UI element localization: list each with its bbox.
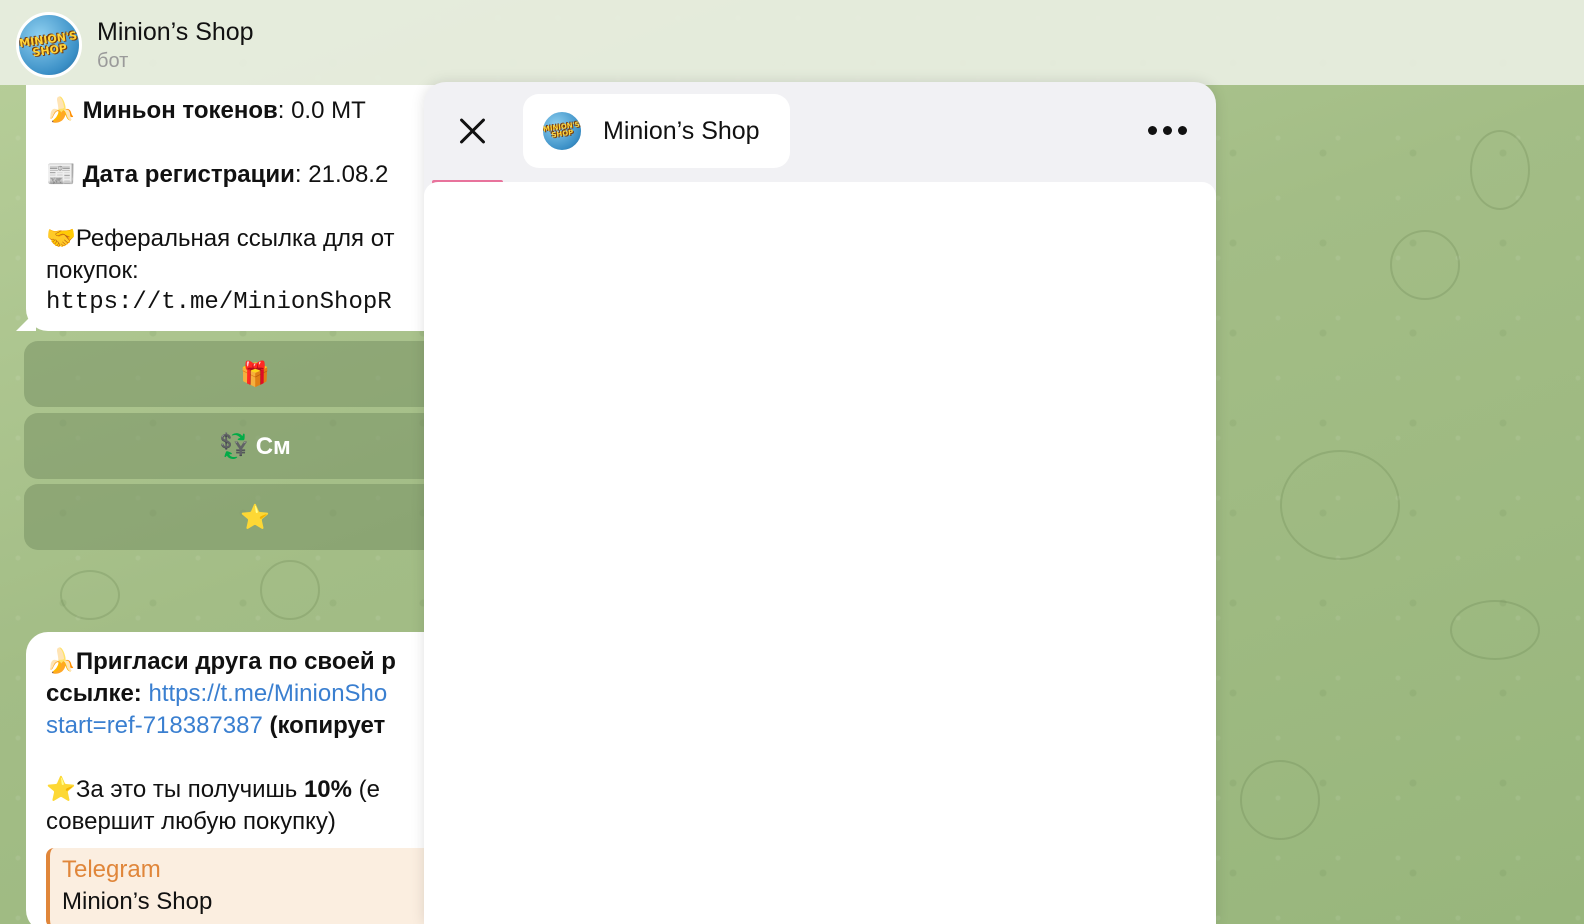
mini-app-avatar: MINION'S SHOP	[541, 110, 583, 152]
preview-title: Minion’s Shop	[62, 888, 213, 915]
chat-header[interactable]: MINION'S SHOP Minion’s Shop бот	[0, 0, 1584, 85]
more-dots-icon[interactable]	[1144, 120, 1190, 140]
avatar-logo: MINION'S SHOP	[18, 29, 78, 60]
referral-text: Реферальная ссылка для от	[75, 225, 395, 252]
reward-text-2: совершит любую покупку)	[46, 808, 336, 835]
tokens-value: : 0.0 MT	[277, 97, 366, 124]
message-bubble-profile: 🍌 Миньон токенов: 0.0 MT 📰 Дата регистра…	[16, 85, 486, 331]
bot-avatar[interactable]: MINION'S SHOP	[16, 12, 82, 78]
reward-line: ⭐За это ты получишь 10% (е	[46, 774, 486, 806]
invite-bold: Пригласи друга по своей р	[75, 648, 396, 675]
dot	[1147, 125, 1157, 135]
reward-text: За это ты получишь	[75, 776, 304, 803]
date-label: Дата регистрации	[82, 161, 295, 188]
mini-app-window: MINION'S SHOP Minion’s Shop	[424, 82, 1216, 924]
doodle-decoration	[260, 560, 320, 620]
avatar-logo: MINION'S SHOP	[542, 120, 581, 140]
handshake-emoji: 🤝	[46, 225, 76, 252]
keyboard-button-gift[interactable]: 🎁	[24, 341, 486, 407]
banana-emoji: 🍌	[46, 97, 76, 124]
invite-line: 🍌Пригласи друга по своей р	[46, 646, 486, 678]
link-preview[interactable]: Telegram Minion’s Shop	[46, 848, 486, 924]
doodle-decoration	[60, 570, 120, 620]
doodle-decoration	[1280, 450, 1400, 560]
mini-app-title: Minion’s Shop	[603, 116, 760, 145]
tokens-label: Миньон токенов	[82, 97, 278, 124]
reward-percent: 10%	[303, 776, 352, 803]
invite-line-3: start=ref-718387387 (копирует	[46, 710, 486, 742]
doodle-decoration	[1470, 130, 1530, 210]
doodle-decoration	[1240, 760, 1320, 840]
doodle-decoration	[1450, 600, 1540, 660]
newspaper-emoji: 📰	[46, 161, 76, 188]
chat-title: Minion’s Shop	[97, 18, 254, 46]
keyboard-button-exchange[interactable]: 💱 См	[24, 413, 486, 479]
invite-copy: (копирует	[262, 712, 386, 739]
keyboard-button-star[interactable]: ⭐	[24, 484, 486, 550]
tokens-line: 🍌 Миньон токенов: 0.0 MT	[46, 95, 486, 127]
invite-link-2[interactable]: start=ref-718387387	[46, 712, 263, 739]
dot	[1177, 125, 1187, 135]
date-line: 📰 Дата регистрации: 21.08.2	[46, 159, 486, 191]
mini-app-title-tab[interactable]: MINION'S SHOP Minion’s Shop	[523, 94, 790, 168]
close-icon[interactable]	[454, 112, 492, 150]
chat-subtitle: бот	[97, 50, 129, 72]
invite-line-2: ссылке: https://t.me/MinionSho	[46, 678, 486, 710]
reward-tail: (е	[351, 776, 380, 803]
dot	[1162, 125, 1172, 135]
referral-line: 🤝Реферальная ссылка для от	[46, 223, 486, 255]
referral-text-2: покупок:	[46, 257, 139, 284]
invite-bold-2: ссылке:	[46, 680, 149, 707]
doodle-decoration	[1390, 230, 1460, 300]
preview-site-name: Telegram	[62, 856, 161, 883]
referral-link[interactable]: https://t.me/MinionShopR	[46, 287, 486, 319]
star-emoji: ⭐	[46, 776, 76, 803]
mini-app-content[interactable]	[424, 182, 1216, 924]
date-value: : 21.08.2	[294, 161, 389, 188]
banana-emoji: 🍌	[46, 648, 76, 675]
message-bubble-invite: 🍌Пригласи друга по своей р ссылке: https…	[26, 632, 486, 924]
invite-link[interactable]: https://t.me/MinionSho	[148, 680, 387, 707]
